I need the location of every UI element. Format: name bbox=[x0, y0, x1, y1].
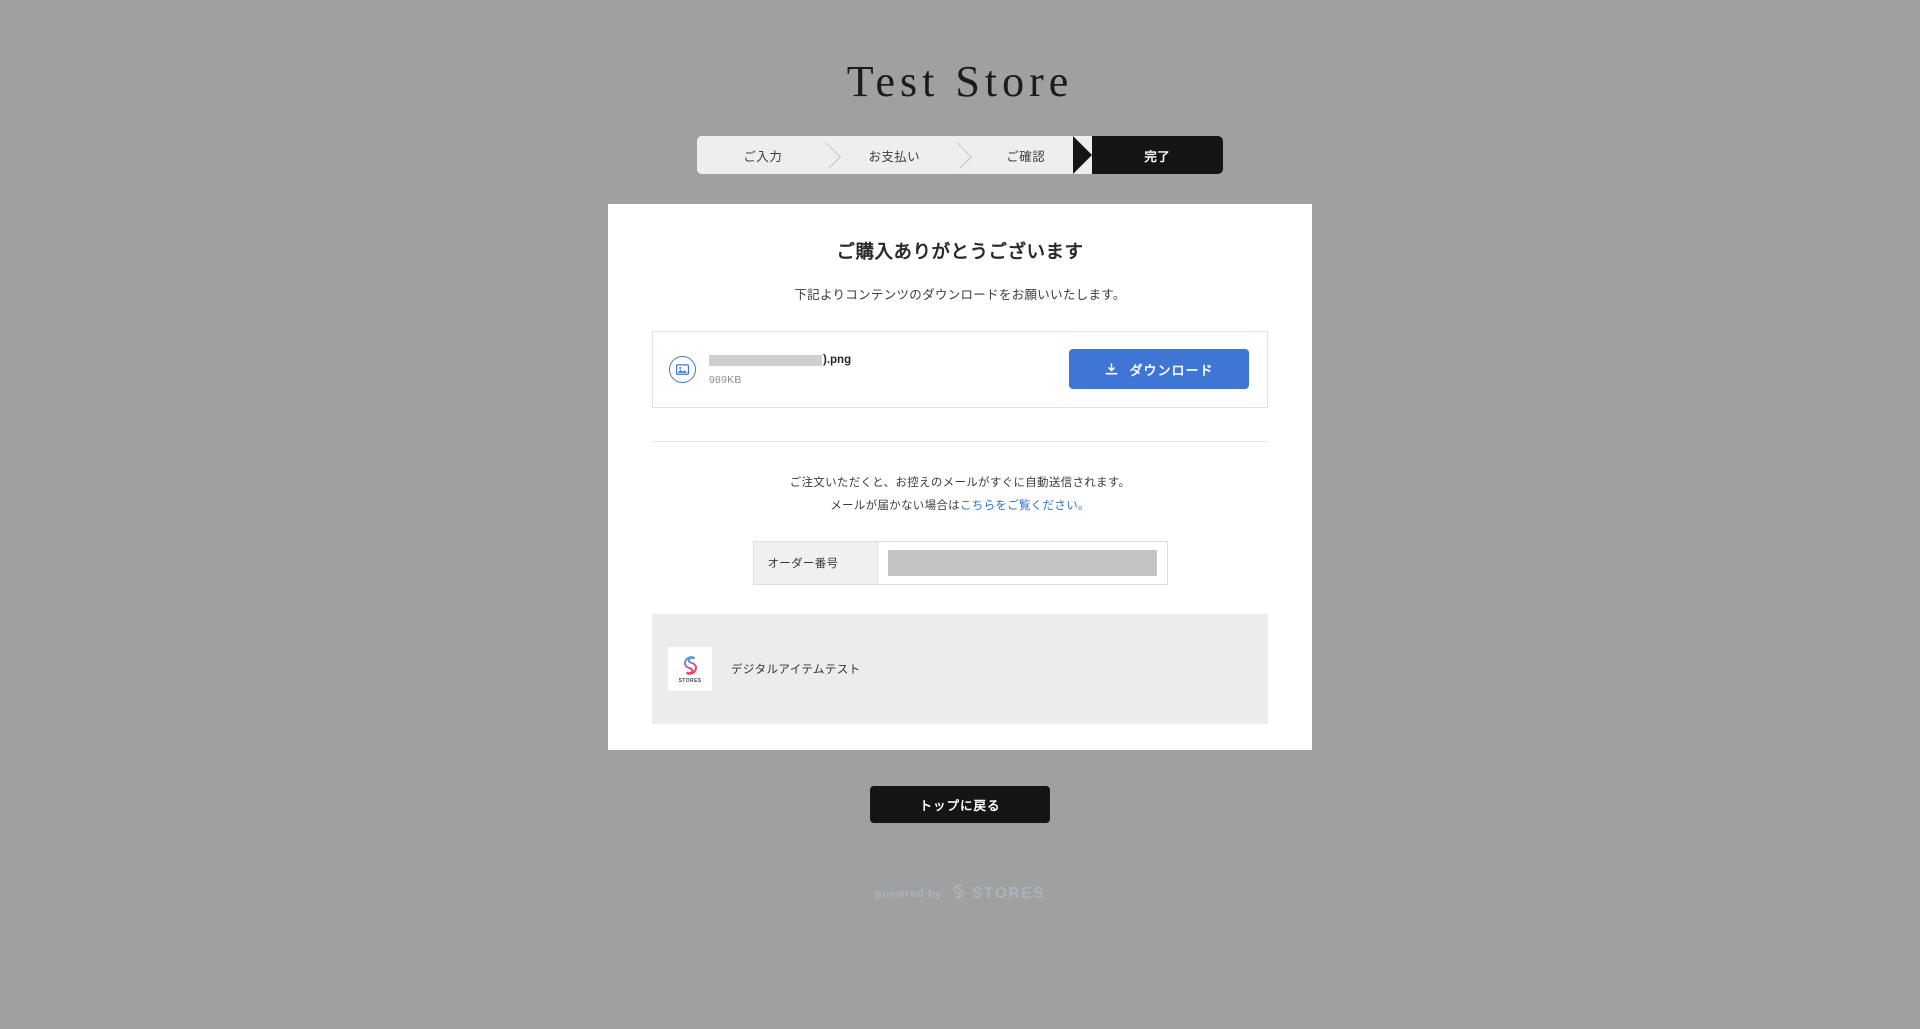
step-complete-label: 完了 bbox=[1144, 149, 1171, 164]
footer: powered by STORES bbox=[0, 883, 1920, 905]
file-meta: ).png 989KB bbox=[709, 353, 851, 386]
mail-note-line1: ご注文いただくと、お控えのメールがすぐに自動送信されます。 bbox=[789, 476, 1131, 489]
stores-logo-icon: STORES bbox=[668, 646, 712, 691]
thanks-subtitle: 下記よりコンテンツのダウンロードをお願いいたします。 bbox=[794, 287, 1126, 302]
step-complete[interactable]: 完了 bbox=[1072, 136, 1223, 174]
thanks-heading: ご購入ありがとうございます bbox=[836, 241, 1084, 262]
store-title: Test Store bbox=[846, 57, 1074, 106]
mail-note: ご注文いただくと、お控えのメールがすぐに自動送信されます。 メールが届かない場合… bbox=[630, 472, 1290, 518]
stores-logo-icon bbox=[950, 883, 967, 905]
step-confirm-label: ご確認 bbox=[1006, 149, 1046, 164]
product-name: デジタルアイテムテスト bbox=[731, 663, 861, 676]
step-payment-label: お支払い bbox=[868, 149, 921, 164]
stores-logo-caption: STORES bbox=[678, 677, 702, 684]
back-to-top-button[interactable]: トップに戻る bbox=[870, 785, 1050, 823]
order-table: オーダー番号 bbox=[752, 540, 1168, 585]
file-name-suffix: ).png bbox=[823, 353, 852, 366]
checkout-steps: ご入力 お支払い ご確認 完了 bbox=[697, 136, 1223, 174]
step-payment[interactable]: お支払い bbox=[828, 136, 960, 174]
footer-brand: STORES bbox=[950, 883, 1045, 905]
mail-note-prefix: メールが届かない場合は bbox=[830, 499, 960, 512]
mail-note-line2: メールが届かない場合はこちらをご覧ください。 bbox=[630, 495, 1290, 518]
download-button[interactable]: ダウンロード bbox=[1069, 349, 1249, 390]
section-divider bbox=[652, 440, 1268, 442]
file-name-redaction bbox=[709, 355, 822, 367]
step-entry[interactable]: ご入力 bbox=[697, 136, 829, 174]
order-number-value bbox=[876, 540, 1168, 585]
download-icon bbox=[1104, 362, 1119, 377]
table-row: オーダー番号 bbox=[752, 540, 1168, 585]
file-info: ).png 989KB bbox=[669, 353, 1069, 386]
order-number-redaction bbox=[887, 549, 1157, 576]
completion-card: ご購入ありがとうございます 下記よりコンテンツのダウンロードをお願いいたします。… bbox=[608, 204, 1312, 750]
checkout-complete-page: Test Store ご入力 お支払い ご確認 完了 ご購入ありがとうございます… bbox=[0, 0, 1920, 1029]
image-file-icon bbox=[669, 355, 696, 383]
checkout-steps-wrapper: ご入力 お支払い ご確認 完了 bbox=[0, 136, 1920, 174]
powered-by-label: powered by bbox=[874, 887, 943, 900]
product-item[interactable]: STORES デジタルアイテムテスト bbox=[652, 613, 1268, 724]
back-to-top-wrapper: トップに戻る bbox=[0, 785, 1920, 823]
file-size: 989KB bbox=[709, 373, 742, 386]
order-number-label: オーダー番号 bbox=[752, 540, 878, 585]
footer-brand-label: STORES bbox=[972, 884, 1046, 902]
file-name: ).png bbox=[709, 353, 851, 369]
download-button-label: ダウンロード bbox=[1129, 362, 1214, 378]
download-file-row: ).png 989KB ダウンロード bbox=[652, 330, 1268, 408]
step-entry-label: ご入力 bbox=[743, 149, 783, 164]
mail-help-link[interactable]: こちらをご覧ください。 bbox=[960, 500, 1090, 512]
